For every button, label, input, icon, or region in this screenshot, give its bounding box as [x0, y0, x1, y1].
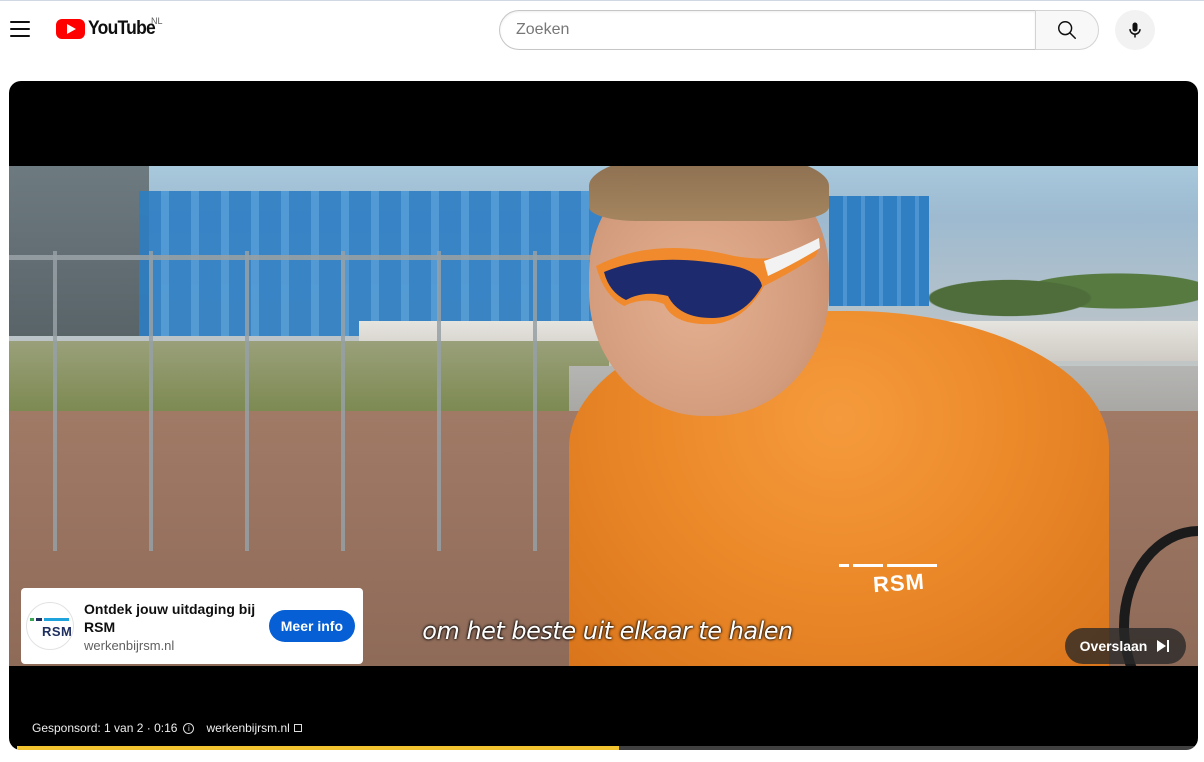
- ad-domain[interactable]: werkenbijrsm.nl: [84, 638, 264, 653]
- shirt-rsm-logo: RSM: [839, 564, 939, 610]
- country-code: NL: [151, 16, 163, 26]
- search-input[interactable]: [499, 10, 1035, 50]
- scene-fence: [9, 251, 609, 551]
- sponsor-info: Gesponsord: 1 van 2 · 0:16 i werkenbijrs…: [32, 721, 302, 735]
- skip-ad-button[interactable]: Overslaan: [1065, 628, 1186, 664]
- search-button[interactable]: [1035, 10, 1099, 50]
- skip-next-icon: [1157, 640, 1171, 652]
- rider-hair: [589, 166, 829, 221]
- advertiser-link[interactable]: werkenbijrsm.nl: [206, 721, 289, 735]
- voice-search-button[interactable]: [1115, 10, 1155, 50]
- youtube-logo[interactable]: YouTube: [56, 18, 161, 40]
- ad-progress-fill: [17, 746, 620, 750]
- ad-text-block[interactable]: Ontdek jouw uitdaging bij RSM werkenbijr…: [84, 600, 264, 653]
- microphone-icon: [1129, 22, 1141, 38]
- shirt-rsm-text: RSM: [872, 568, 926, 598]
- search-bar: [499, 10, 1099, 50]
- advertiser-logo[interactable]: RSM: [26, 602, 74, 650]
- menu-icon[interactable]: [10, 19, 32, 39]
- ad-progress-bar[interactable]: [17, 746, 1198, 750]
- top-bar: YouTube NL: [0, 0, 1204, 58]
- skip-ad-label: Overslaan: [1079, 638, 1148, 654]
- video-player[interactable]: RSM om het beste uit elkaar te halen RSM…: [9, 81, 1198, 750]
- more-info-button[interactable]: Meer info: [268, 610, 355, 642]
- ad-title[interactable]: Ontdek jouw uitdaging bij RSM: [84, 600, 264, 636]
- info-icon[interactable]: i: [183, 722, 195, 734]
- ad-overlay-card[interactable]: RSM Ontdek jouw uitdaging bij RSM werken…: [21, 588, 363, 664]
- youtube-logo-icon: [56, 19, 85, 39]
- sponsored-label: Gesponsord: 1 van 2 · 0:16: [32, 721, 178, 735]
- search-icon: [1058, 21, 1076, 39]
- logo-text: YouTube: [88, 18, 156, 39]
- sunglasses: [596, 236, 822, 325]
- advertiser-logo-text: RSM: [42, 624, 73, 639]
- external-link-icon[interactable]: [293, 724, 302, 732]
